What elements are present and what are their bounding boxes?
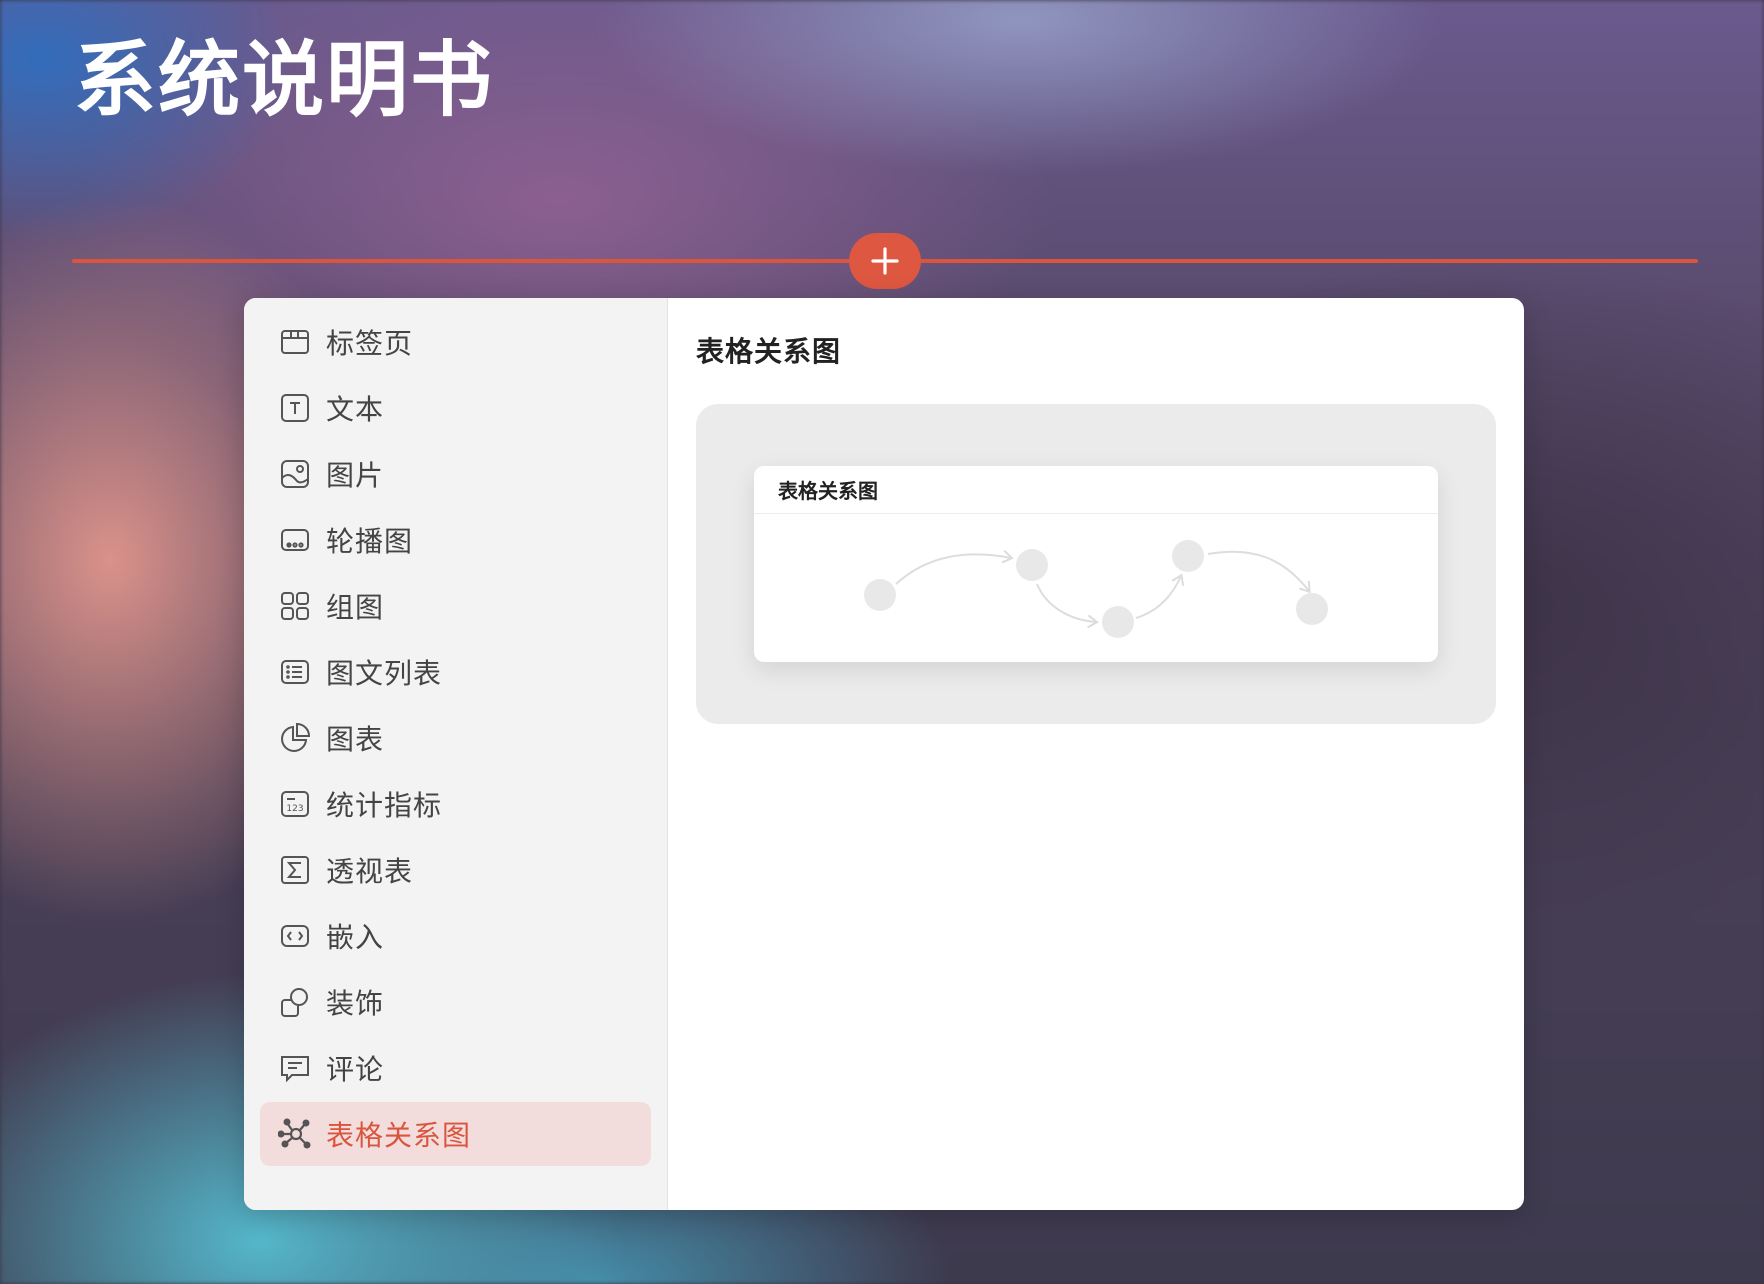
sidebar-item-list[interactable]: 图文列表 [260, 640, 651, 704]
sidebar-item-label: 图文列表 [326, 657, 443, 690]
sidebar-item-relation-graph[interactable]: 表格关系图 [260, 1102, 651, 1166]
sigma-icon [278, 853, 312, 887]
image-grid-icon [278, 589, 312, 623]
text-icon [278, 391, 312, 425]
comment-icon [278, 1051, 312, 1085]
sidebar-item-label: 标签页 [326, 327, 414, 360]
sidebar-item-embed[interactable]: 嵌入 [260, 904, 651, 968]
shapes-icon [278, 985, 312, 1019]
sidebar-item-label: 图片 [326, 459, 385, 492]
sidebar-item-label: 评论 [326, 1053, 385, 1086]
sidebar-item-label: 装饰 [326, 987, 385, 1020]
sidebar-item-carousel[interactable]: 轮播图 [260, 508, 651, 572]
block-picker-panel: 标签页 文本 图片 轮播图 组图 图文列表 图表 123 统计指标 透视表 嵌入… [244, 298, 1524, 1210]
sidebar-item-image[interactable]: 图片 [260, 442, 651, 506]
svg-text:123: 123 [286, 804, 303, 814]
sidebar-item-label: 表格关系图 [326, 1119, 472, 1152]
sidebar-item-image-grid[interactable]: 组图 [260, 574, 651, 638]
pie-chart-icon [278, 721, 312, 755]
thumbnail-title: 表格关系图 [754, 466, 1438, 514]
relation-graph-illustration [864, 540, 1328, 638]
preview-content: 表格关系图 表格关系图 [668, 298, 1524, 1210]
sidebar-item-comment[interactable]: 评论 [260, 1036, 651, 1100]
stat-number-icon: 123 [278, 787, 312, 821]
sidebar-item-label: 组图 [326, 591, 385, 624]
sidebar-item-decoration[interactable]: 装饰 [260, 970, 651, 1034]
block-type-sidebar: 标签页 文本 图片 轮播图 组图 图文列表 图表 123 统计指标 透视表 嵌入… [244, 298, 668, 1210]
sidebar-item-label: 图表 [326, 723, 385, 756]
relation-graph-icon [278, 1117, 312, 1151]
sidebar-item-label: 透视表 [326, 855, 414, 888]
list-icon [278, 655, 312, 689]
image-icon [278, 457, 312, 491]
sidebar-item-chart[interactable]: 图表 [260, 706, 651, 770]
sidebar-item-stat[interactable]: 123 统计指标 [260, 772, 651, 836]
sidebar-item-label: 轮播图 [326, 525, 414, 558]
add-block-button[interactable] [849, 233, 921, 289]
sidebar-item-label: 嵌入 [326, 921, 385, 954]
sidebar-item-label: 文本 [326, 393, 385, 426]
carousel-icon [278, 523, 312, 557]
sidebar-item-tab-page[interactable]: 标签页 [260, 310, 651, 374]
sidebar-item-pivot[interactable]: 透视表 [260, 838, 651, 902]
relation-graph-thumbnail: 表格关系图 [754, 466, 1438, 662]
sidebar-item-label: 统计指标 [326, 789, 443, 822]
code-embed-icon [278, 919, 312, 953]
preview-title: 表格关系图 [696, 335, 842, 368]
tab-page-icon [278, 325, 312, 359]
plus-icon [871, 247, 899, 275]
page-title: 系统说明书 [74, 33, 495, 128]
preview-card[interactable]: 表格关系图 [696, 404, 1496, 724]
sidebar-item-text[interactable]: 文本 [260, 376, 651, 440]
